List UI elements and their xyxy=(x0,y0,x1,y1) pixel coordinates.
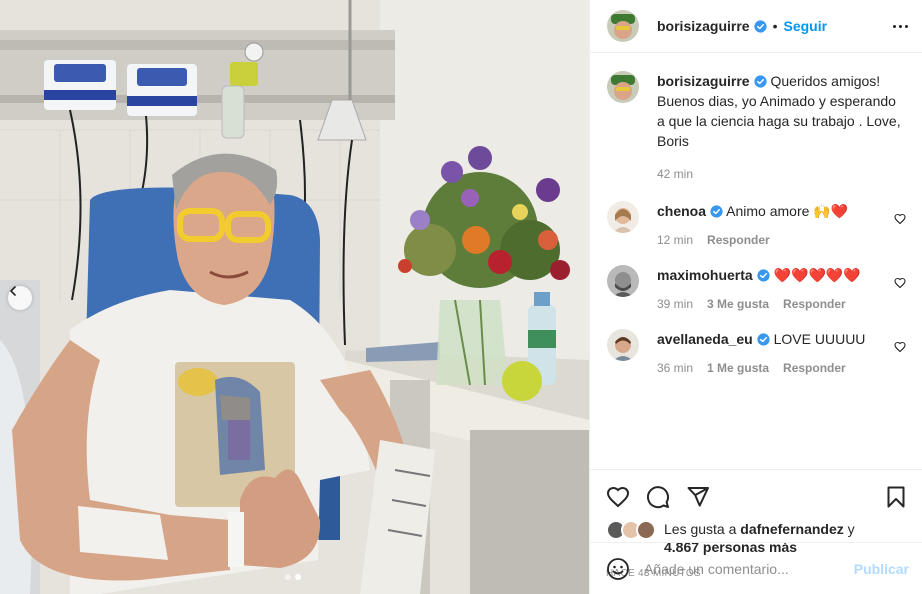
comment-text: ❤️❤️❤️❤️❤️ xyxy=(773,267,861,283)
comment-avatar[interactable] xyxy=(607,329,639,361)
comment-meta: 36 min 1 Me gusta Responder xyxy=(657,361,888,375)
caption-meta: 42 min xyxy=(657,167,906,181)
more-horizontal-icon[interactable] xyxy=(893,24,908,28)
caption-avatar[interactable] xyxy=(607,71,639,103)
comment-username[interactable]: avellaneda_eu xyxy=(657,331,753,347)
avatar-image xyxy=(607,329,639,361)
verified-badge-icon xyxy=(754,19,767,33)
avatar-image xyxy=(607,201,639,233)
comment-item: avellaneda_eu LOVE UUUUU 36 min 1 Me gus… xyxy=(607,329,906,375)
carousel-indicator xyxy=(285,574,301,580)
verified-badge-icon xyxy=(710,205,723,218)
comment-time[interactable]: 36 min xyxy=(657,361,693,375)
heart-outline-icon[interactable] xyxy=(894,213,906,225)
comment-bubble-icon[interactable] xyxy=(646,485,670,509)
verified-badge-icon xyxy=(757,269,770,282)
emoji-smile-icon[interactable] xyxy=(606,557,630,581)
post-caption: borisizaguirre Queridos amigos! Buenos d… xyxy=(607,71,906,181)
publish-button[interactable]: Publicar xyxy=(854,561,909,577)
caption-text-block: borisizaguirre Queridos amigos! Buenos d… xyxy=(657,71,906,151)
carousel-dot-active xyxy=(295,574,301,580)
share-send-icon[interactable] xyxy=(686,485,710,509)
avatar-image xyxy=(607,265,639,297)
comment-meta: 39 min 3 Me gusta Responder xyxy=(657,297,888,311)
comment-input[interactable] xyxy=(644,560,854,577)
comment-likes[interactable]: 1 Me gusta xyxy=(707,361,769,375)
carousel-dot xyxy=(285,574,291,580)
action-icons xyxy=(606,484,908,510)
comment-username[interactable]: maximohuerta xyxy=(657,267,753,283)
likes-prefix: Les gusta a xyxy=(664,521,737,537)
verified-badge-icon xyxy=(757,333,770,346)
comment-text-block: avellaneda_eu LOVE UUUUU xyxy=(657,329,888,349)
instagram-post: borisizaguirre • Seguir borisizaguirre Q… xyxy=(0,0,922,594)
comment-item: chenoa Animo amore 🙌❤️ 12 min Responder xyxy=(607,201,906,247)
liker-avatars[interactable] xyxy=(606,520,658,540)
comment-time[interactable]: 12 min xyxy=(657,233,693,247)
post-header: borisizaguirre • Seguir xyxy=(590,0,922,53)
carousel-prev-button[interactable] xyxy=(8,286,32,310)
caption-time[interactable]: 42 min xyxy=(657,167,693,181)
comment-likes[interactable]: 3 Me gusta xyxy=(707,297,769,311)
heart-outline-icon[interactable] xyxy=(894,341,906,353)
verified-badge-icon xyxy=(754,75,767,88)
heart-outline-icon[interactable] xyxy=(894,277,906,289)
comment-text: Animo amore 🙌❤️ xyxy=(726,203,849,219)
reply-button[interactable]: Responder xyxy=(783,361,846,375)
add-comment-bar: Publicar xyxy=(590,542,922,594)
comment-avatar[interactable] xyxy=(607,265,639,297)
liker-avatar xyxy=(636,520,656,540)
bookmark-icon[interactable] xyxy=(884,485,908,509)
chevron-left-icon xyxy=(10,286,16,296)
comment-time[interactable]: 39 min xyxy=(657,297,693,311)
comment-avatar[interactable] xyxy=(607,201,639,233)
liker-username[interactable]: dafnefernandez xyxy=(740,521,843,537)
post-photo[interactable] xyxy=(0,0,589,594)
header-separator: • xyxy=(772,18,778,34)
comment-username[interactable]: chenoa xyxy=(657,203,706,219)
hospital-photo-illustration xyxy=(0,0,589,594)
comment-text-block: maximohuerta ❤️❤️❤️❤️❤️ xyxy=(657,265,888,285)
reply-button[interactable]: Responder xyxy=(707,233,770,247)
comments-list: borisizaguirre Queridos amigos! Buenos d… xyxy=(590,53,922,469)
comment-text: LOVE UUUUU xyxy=(773,331,866,347)
comment-text-block: chenoa Animo amore 🙌❤️ xyxy=(657,201,888,221)
follow-button[interactable]: Seguir xyxy=(784,18,828,34)
avatar-image xyxy=(607,10,639,42)
reply-button[interactable]: Responder xyxy=(783,297,846,311)
author-avatar[interactable] xyxy=(607,10,639,42)
likes-conj: y xyxy=(847,521,855,537)
caption-username[interactable]: borisizaguirre xyxy=(657,73,750,89)
avatar-image xyxy=(607,71,639,103)
author-username[interactable]: borisizaguirre xyxy=(657,18,750,34)
post-side-panel: borisizaguirre • Seguir borisizaguirre Q… xyxy=(589,0,922,594)
comment-meta: 12 min Responder xyxy=(657,233,888,247)
like-heart-icon[interactable] xyxy=(606,485,630,509)
comment-item: maximohuerta ❤️❤️❤️❤️❤️ 39 min 3 Me gust… xyxy=(607,265,906,311)
